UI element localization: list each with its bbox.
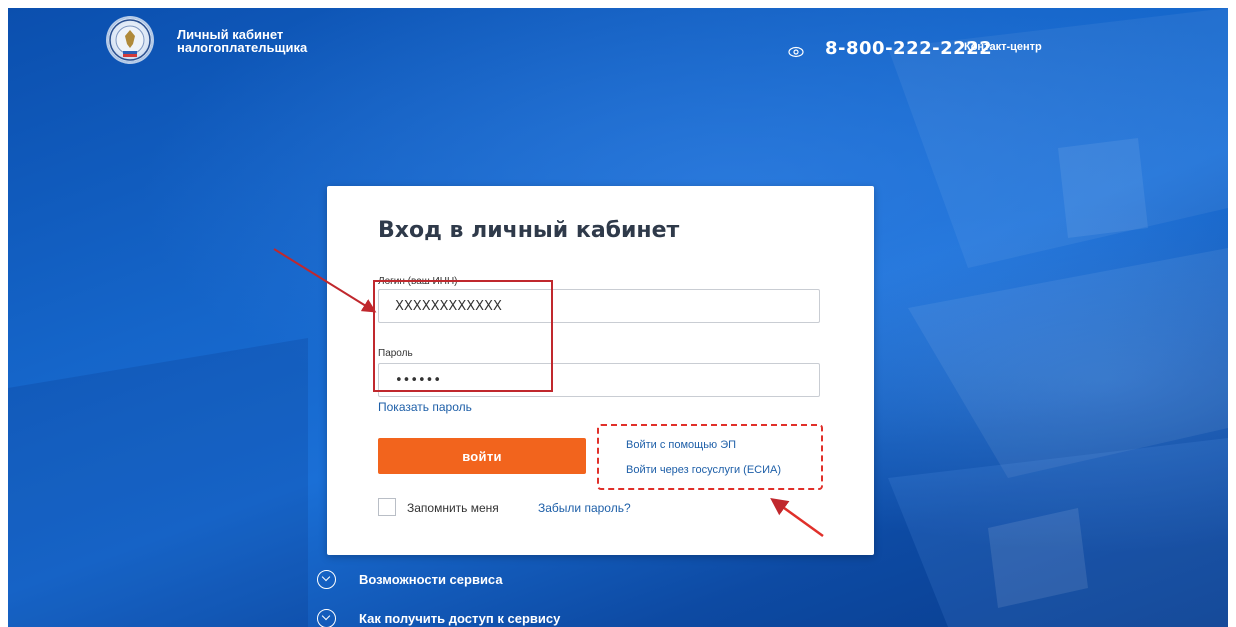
brand-title[interactable]: Личный кабинет налогоплательщика	[177, 28, 307, 54]
page-background: Личный кабинет налогоплательщика 8-800-2…	[8, 8, 1228, 627]
annotation-highlight-box	[373, 280, 553, 392]
emblem-icon	[109, 19, 151, 61]
contact-center-link[interactable]: Контакт-центр	[964, 41, 1042, 53]
chevron-down-icon	[317, 570, 336, 589]
remember-me-label[interactable]: Запомнить меня	[407, 501, 499, 515]
accordion-how-to-access[interactable]: Как получить доступ к сервису	[317, 609, 560, 627]
forgot-password-link[interactable]: Забыли пароль?	[538, 501, 631, 515]
login-title: Вход в личный кабинет	[378, 218, 680, 243]
remember-me-checkbox[interactable]	[378, 498, 396, 516]
login-with-esia-link[interactable]: Войти через госуслуги (ЕСИА)	[626, 464, 781, 476]
login-with-ep-link[interactable]: Войти с помощью ЭП	[626, 439, 736, 451]
fns-logo[interactable]	[108, 18, 152, 62]
alternative-login-box: Войти с помощью ЭП Войти через госуслуги…	[597, 424, 823, 490]
chevron-down-icon	[317, 609, 336, 627]
login-button[interactable]: войти	[378, 438, 586, 474]
accordion-label: Возможности сервиса	[359, 572, 503, 587]
accordion-service-features[interactable]: Возможности сервиса	[317, 570, 503, 589]
show-password-link[interactable]: Показать пароль	[378, 400, 472, 414]
accordion-label: Как получить доступ к сервису	[359, 611, 561, 626]
brand-line-2: налогоплательщика	[177, 40, 308, 55]
eye-icon[interactable]	[788, 46, 804, 58]
